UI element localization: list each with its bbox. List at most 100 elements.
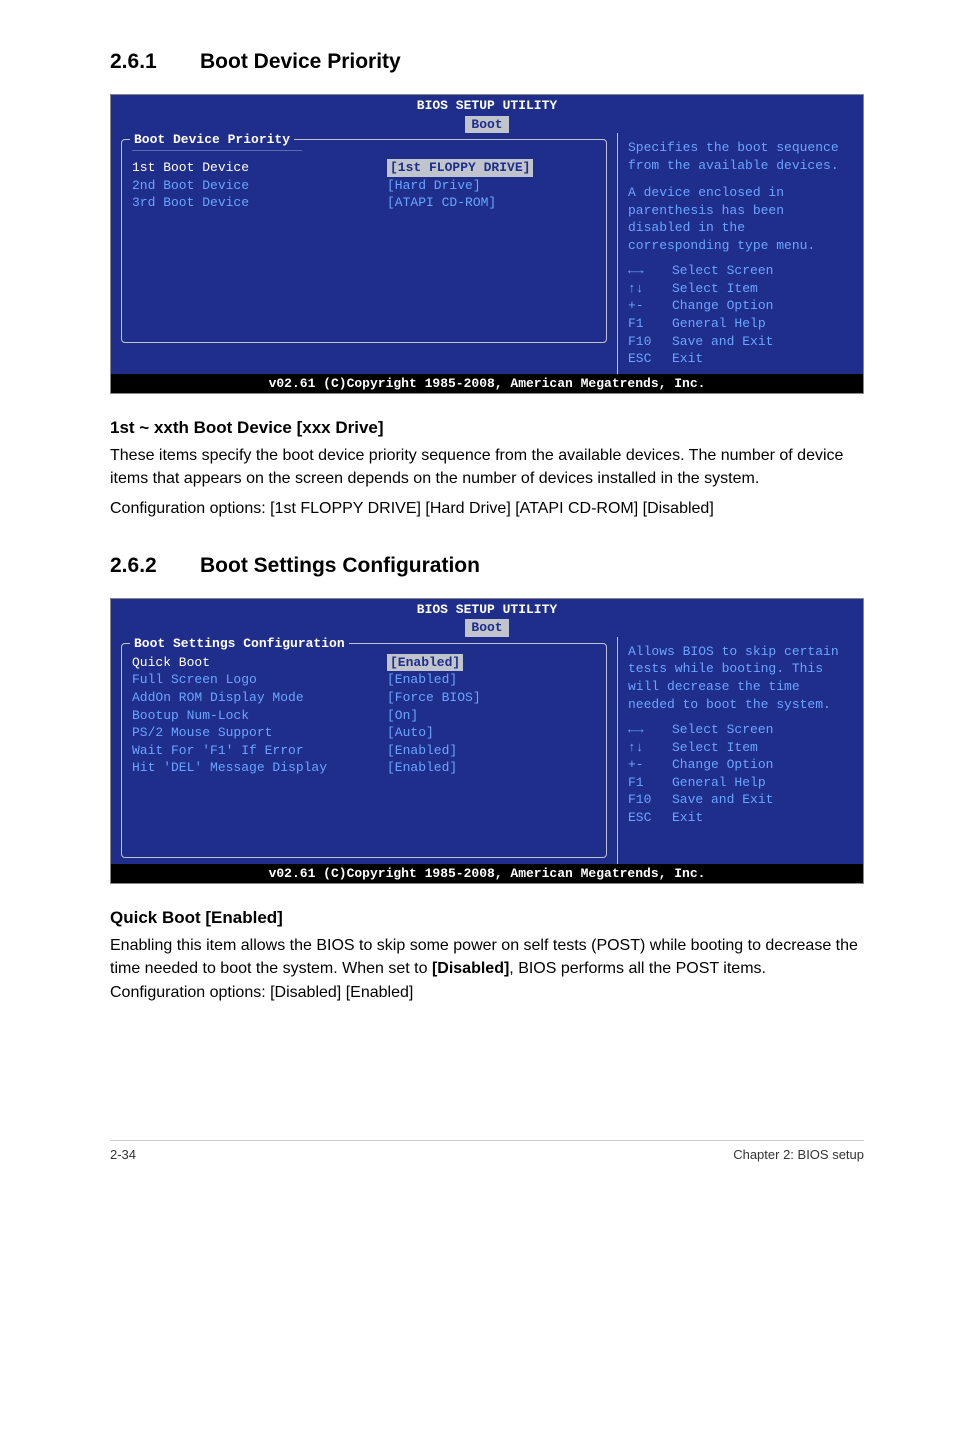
section-heading-2: 2.6.2Boot Settings Configuration	[110, 554, 864, 578]
bios-title-bar: BIOS SETUP UTILITY	[111, 95, 863, 115]
option-label: AddOn ROM Display Mode	[132, 689, 387, 707]
section-number: 2.6.2	[110, 554, 200, 578]
bios-left-panel: Boot Settings Configuration Quick Boot[E…	[121, 643, 607, 858]
option-value[interactable]: [Enabled]	[387, 742, 457, 760]
key-hint-row: F1General Help	[628, 315, 853, 333]
option-label: 2nd Boot Device	[132, 177, 387, 195]
section-heading-1: 2.6.1Boot Device Priority	[110, 50, 864, 74]
bios-tab-boot[interactable]: Boot	[465, 116, 508, 134]
help-text-1: Allows BIOS to skip certain tests while …	[628, 643, 853, 713]
help-text-2: A device enclosed in parenthesis has bee…	[628, 184, 853, 254]
bios-option-row[interactable]: Wait For 'F1' If Error[Enabled]	[132, 742, 596, 760]
bios-title: BIOS SETUP UTILITY	[417, 602, 557, 617]
option-label: Bootup Num-Lock	[132, 707, 387, 725]
option-value[interactable]: [Enabled]	[387, 759, 457, 777]
bios-option-row[interactable]: AddOn ROM Display Mode[Force BIOS]	[132, 689, 596, 707]
key-hint-row: ↑↓Select Item	[628, 280, 853, 298]
bios-option-row[interactable]: PS/2 Mouse Support[Auto]	[132, 724, 596, 742]
key-action: General Help	[672, 315, 766, 333]
option-label: Quick Boot	[132, 654, 387, 672]
key-name: +-	[628, 756, 672, 774]
key-action: Exit	[672, 809, 703, 827]
bios-help-panel: Allows BIOS to skip certain tests while …	[617, 637, 863, 864]
bios-option-row[interactable]: Bootup Num-Lock[On]	[132, 707, 596, 725]
bios-title-bar: BIOS SETUP UTILITY	[111, 599, 863, 619]
key-name: F10	[628, 791, 672, 809]
bios-title: BIOS SETUP UTILITY	[417, 98, 557, 113]
bios-tab-boot[interactable]: Boot	[465, 619, 508, 637]
key-hint-row: ↑↓Select Item	[628, 739, 853, 757]
option-value[interactable]: [Force BIOS]	[387, 689, 481, 707]
option-label: PS/2 Mouse Support	[132, 724, 387, 742]
key-hint-row: F10Save and Exit	[628, 791, 853, 809]
key-name: ESC	[628, 809, 672, 827]
key-hint-row: +-Change Option	[628, 297, 853, 315]
key-action: Select Item	[672, 739, 758, 757]
option-label: 1st Boot Device	[132, 159, 387, 177]
keys-help: ←→Select Screen↑↓Select Item+-Change Opt…	[628, 262, 853, 367]
panel-heading: Boot Settings Configuration	[130, 635, 349, 653]
key-action: Save and Exit	[672, 333, 773, 351]
section-number: 2.6.1	[110, 50, 200, 74]
bios-option-row[interactable]: Full Screen Logo[Enabled]	[132, 671, 596, 689]
option-value[interactable]: [Enabled]	[387, 654, 463, 672]
key-hint-row: F1General Help	[628, 774, 853, 792]
key-name: ↑↓	[628, 739, 672, 757]
option-value[interactable]: [Hard Drive]	[387, 177, 481, 195]
option-value[interactable]: [ATAPI CD-ROM]	[387, 194, 496, 212]
key-action: Select Item	[672, 280, 758, 298]
key-hint-row: ESCExit	[628, 350, 853, 368]
bios-footer: v02.61 (C)Copyright 1985-2008, American …	[111, 864, 863, 884]
option-label: Wait For 'F1' If Error	[132, 742, 387, 760]
key-name: ←→	[628, 262, 672, 280]
key-name: F1	[628, 315, 672, 333]
key-action: General Help	[672, 774, 766, 792]
body-paragraph: Configuration options: [1st FLOPPY DRIVE…	[110, 497, 864, 520]
key-action: Exit	[672, 350, 703, 368]
page-footer: 2-34 Chapter 2: BIOS setup	[110, 1140, 864, 1180]
key-action: Change Option	[672, 297, 773, 315]
key-action: Select Screen	[672, 721, 773, 739]
subsection-heading: Quick Boot [Enabled]	[110, 908, 864, 928]
bios-help-panel: Specifies the boot sequence from the ava…	[617, 133, 863, 374]
key-name: ↑↓	[628, 280, 672, 298]
page-number: 2-34	[110, 1147, 136, 1162]
body-paragraph: Enabling this item allows the BIOS to sk…	[110, 934, 864, 1004]
option-value[interactable]: [1st FLOPPY DRIVE]	[387, 159, 533, 177]
bios-option-row[interactable]: 2nd Boot Device[Hard Drive]	[132, 177, 596, 195]
key-hint-row: +-Change Option	[628, 756, 853, 774]
bios-left-panel: Boot Device Priority 1st Boot Device[1st…	[121, 139, 607, 343]
subsection-heading: 1st ~ xxth Boot Device [xxx Drive]	[110, 418, 864, 438]
key-name: F10	[628, 333, 672, 351]
bios-footer: v02.61 (C)Copyright 1985-2008, American …	[111, 374, 863, 394]
panel-heading: Boot Device Priority	[130, 131, 294, 149]
key-name: +-	[628, 297, 672, 315]
key-name: ESC	[628, 350, 672, 368]
key-name: F1	[628, 774, 672, 792]
bios-option-row[interactable]: Hit 'DEL' Message Display[Enabled]	[132, 759, 596, 777]
key-hint-row: F10Save and Exit	[628, 333, 853, 351]
option-label: Full Screen Logo	[132, 671, 387, 689]
body-paragraph: These items specify the boot device prio…	[110, 444, 864, 490]
key-hint-row: ←→Select Screen	[628, 721, 853, 739]
bios-panel-boot-settings: BIOS SETUP UTILITY Boot Boot Settings Co…	[110, 598, 864, 884]
key-hint-row: ESCExit	[628, 809, 853, 827]
bios-option-row[interactable]: Quick Boot[Enabled]	[132, 654, 596, 672]
chapter-label: Chapter 2: BIOS setup	[733, 1147, 864, 1162]
bold-text: [Disabled]	[432, 960, 509, 977]
key-action: Select Screen	[672, 262, 773, 280]
key-hint-row: ←→Select Screen	[628, 262, 853, 280]
option-value[interactable]: [On]	[387, 707, 418, 725]
help-text-1: Specifies the boot sequence from the ava…	[628, 139, 853, 174]
option-value[interactable]: [Enabled]	[387, 671, 457, 689]
bios-panel-boot-priority: BIOS SETUP UTILITY Boot Boot Device Prio…	[110, 94, 864, 394]
key-name: ←→	[628, 721, 672, 739]
key-action: Change Option	[672, 756, 773, 774]
section-title: Boot Settings Configuration	[200, 554, 480, 577]
bios-option-row[interactable]: 1st Boot Device[1st FLOPPY DRIVE]	[132, 159, 596, 177]
bios-option-row[interactable]: 3rd Boot Device[ATAPI CD-ROM]	[132, 194, 596, 212]
option-label: 3rd Boot Device	[132, 194, 387, 212]
option-label: Hit 'DEL' Message Display	[132, 759, 387, 777]
key-action: Save and Exit	[672, 791, 773, 809]
option-value[interactable]: [Auto]	[387, 724, 434, 742]
